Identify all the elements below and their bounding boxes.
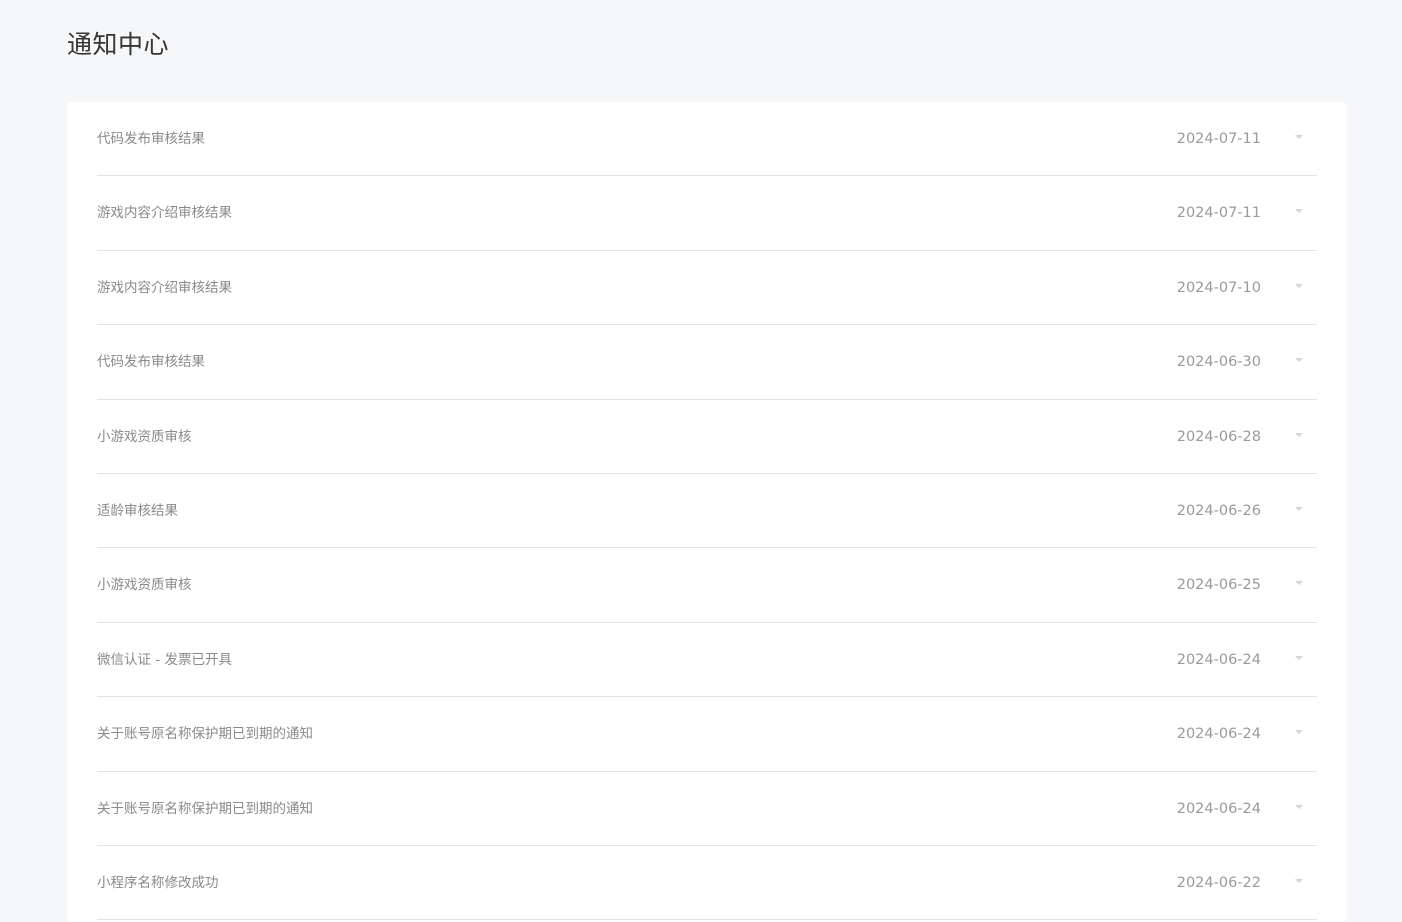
notification-date: 2024-06-26	[1176, 502, 1261, 519]
notification-item[interactable]: 关于账号原名称保护期已到期的通知 2024-06-24	[97, 697, 1317, 772]
notification-title: 游戏内容介绍审核结果	[97, 279, 232, 296]
notification-date: 2024-07-10	[1176, 279, 1261, 296]
chevron-down-icon[interactable]	[1295, 506, 1303, 511]
notification-title: 适龄审核结果	[97, 502, 178, 519]
chevron-down-icon[interactable]	[1295, 581, 1303, 586]
notification-date: 2024-06-30	[1176, 354, 1261, 371]
chevron-down-icon[interactable]	[1295, 358, 1303, 363]
notification-date: 2024-06-28	[1176, 428, 1261, 445]
notification-title: 代码发布审核结果	[97, 354, 205, 371]
notification-item[interactable]: 适龄审核结果 2024-06-26	[97, 474, 1317, 549]
notification-date: 2024-06-24	[1176, 800, 1261, 817]
chevron-down-icon[interactable]	[1295, 135, 1303, 139]
notification-title: 代码发布审核结果	[97, 131, 205, 147]
page-title: 通知中心	[67, 30, 170, 59]
notification-item[interactable]: 代码发布审核结果 2024-06-30	[97, 325, 1317, 400]
notification-title: 关于账号原名称保护期已到期的通知	[97, 726, 313, 743]
notification-item[interactable]: 微信认证 - 发票已开具 2024-06-24	[97, 623, 1317, 698]
notification-title: 小游戏资质审核	[97, 428, 192, 445]
notification-date: 2024-07-11	[1176, 205, 1261, 222]
notification-item[interactable]: 关于账号原名称保护期已到期的通知 2024-06-24	[97, 772, 1317, 846]
notification-item[interactable]: 小游戏资质审核 2024-06-28	[97, 400, 1317, 474]
notification-item[interactable]: 游戏内容介绍审核结果 2024-07-10	[97, 251, 1317, 326]
notification-title: 游戏内容介绍审核结果	[97, 205, 232, 222]
chevron-down-icon[interactable]	[1295, 655, 1303, 660]
notification-date: 2024-06-22	[1176, 874, 1261, 891]
notification-panel: 代码发布审核结果 2024-07-11 游戏内容介绍审核结果 2024-07-1…	[67, 102, 1347, 922]
notification-title: 小游戏资质审核	[97, 577, 192, 594]
notification-item[interactable]: 小程序名称修改成功 2024-06-22	[97, 846, 1317, 921]
notification-item[interactable]: 代码发布审核结果 2024-07-11	[97, 102, 1317, 177]
notification-title: 关于账号原名称保护期已到期的通知	[97, 800, 313, 817]
chevron-down-icon[interactable]	[1295, 209, 1303, 214]
notification-title: 微信认证 - 发票已开具	[97, 651, 232, 668]
chevron-down-icon[interactable]	[1295, 804, 1303, 809]
notification-date: 2024-07-11	[1176, 131, 1261, 147]
notification-list: 代码发布审核结果 2024-07-11 游戏内容介绍审核结果 2024-07-1…	[97, 102, 1317, 921]
chevron-down-icon[interactable]	[1295, 730, 1303, 735]
notification-date: 2024-06-24	[1176, 726, 1261, 743]
notification-item[interactable]: 小游戏资质审核 2024-06-25	[97, 548, 1317, 623]
chevron-down-icon[interactable]	[1295, 283, 1303, 288]
notification-date: 2024-06-24	[1176, 651, 1261, 668]
chevron-down-icon[interactable]	[1295, 432, 1303, 437]
notification-item[interactable]: 游戏内容介绍审核结果 2024-07-11	[97, 176, 1317, 251]
chevron-down-icon[interactable]	[1295, 878, 1303, 883]
notification-date: 2024-06-25	[1176, 577, 1261, 594]
notification-title: 小程序名称修改成功	[97, 874, 219, 891]
